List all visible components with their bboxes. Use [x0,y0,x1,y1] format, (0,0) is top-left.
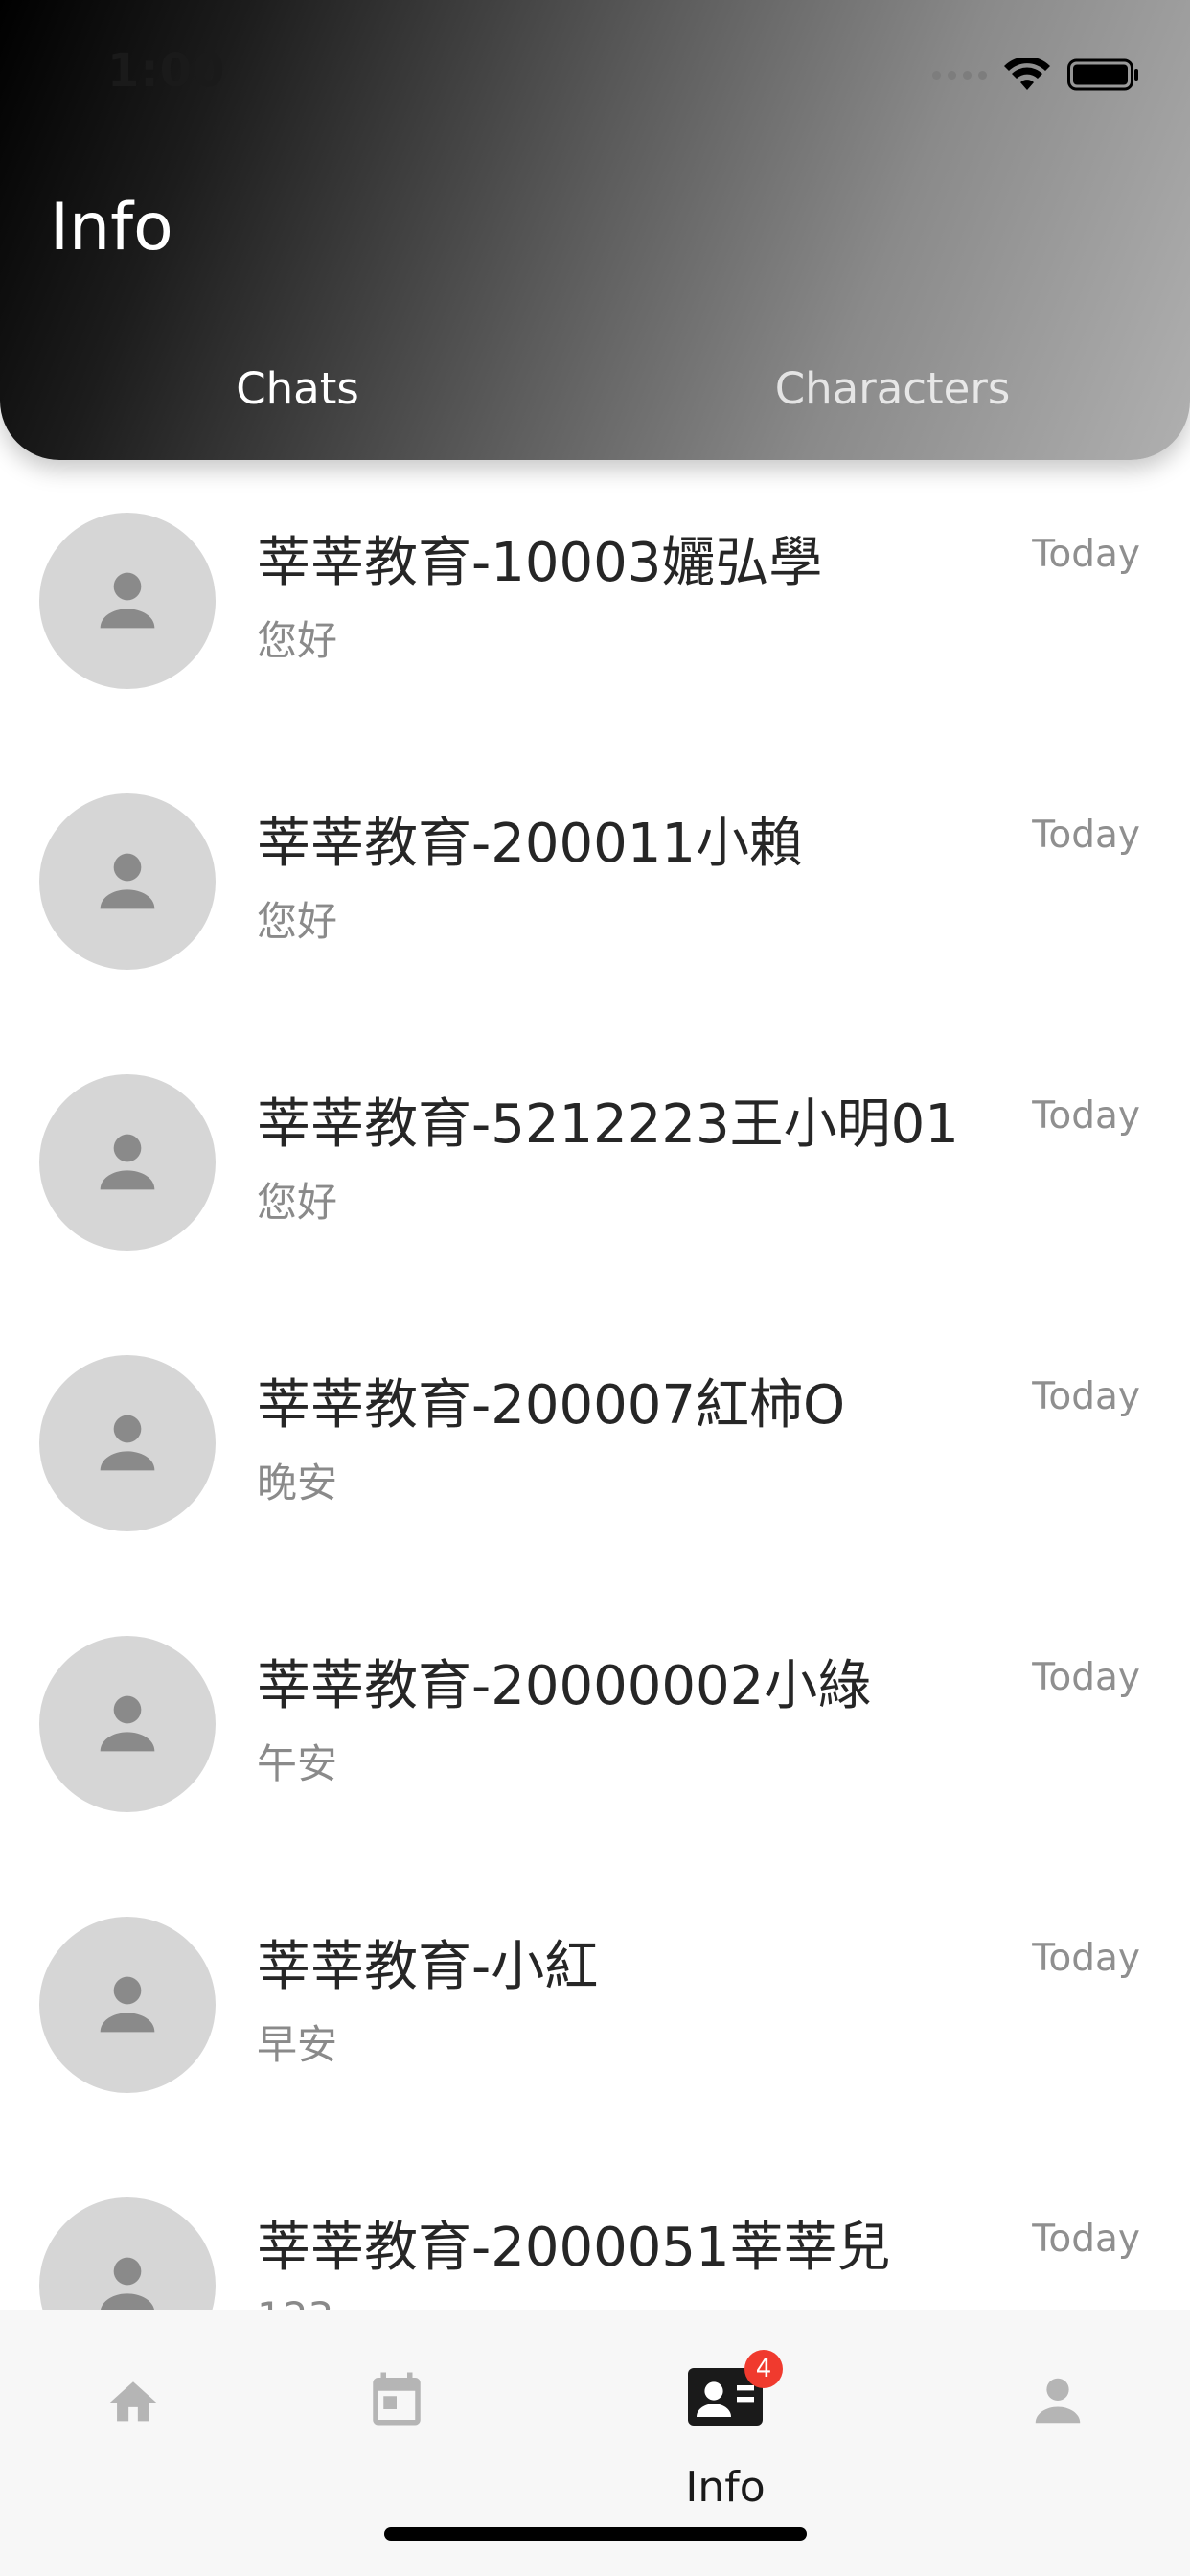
person-icon [100,1134,155,1190]
chat-list[interactable]: 莘莘教育-10003孋弘學 您好 Today 莘莘教育-200011小賴 您好 Today… [0,460,1190,2310]
chat-row[interactable]: 莘莘教育-2000051莘莘兒 123 Today [0,2145,1190,2310]
chat-row[interactable]: 莘莘教育-200007紅柿O 晚安 Today [0,1302,1190,1583]
chat-preview: 123 [257,2293,333,2310]
chat-name: 莘莘教育-小紅 [257,1936,599,1998]
nav-home[interactable] [57,2358,210,2501]
chat-name: 莘莘教育-200007紅柿O [257,1374,846,1437]
chat-name: 莘莘教育-20000002小綠 [257,1655,872,1717]
status-icons [932,56,1140,94]
home-icon [109,2381,157,2422]
nav-calendar[interactable] [320,2358,473,2501]
person-icon [100,572,155,629]
wifi-icon [1004,58,1050,90]
page-title: Info [50,190,173,265]
tab-characters[interactable]: Characters [595,351,1190,427]
avatar [39,794,216,970]
cellular-signal-icon [932,70,987,80]
chat-preview: 您好 [257,898,338,945]
avatar [39,1355,216,1531]
chat-preview: 您好 [257,1179,338,1226]
chat-name: 莘莘教育-10003孋弘學 [257,532,823,594]
notification-badge: 4 [744,2350,783,2388]
chat-timestamp: Today [1032,1937,1140,1980]
chat-timestamp: Today [1032,533,1140,576]
avatar [39,513,216,689]
chat-row[interactable]: 莘莘教育-小紅早安 Today [0,1864,1190,2145]
chat-row[interactable]: 莘莘教育-200011小賴您好 Today [0,741,1190,1022]
chat-timestamp: Today [1032,1094,1140,1138]
person-icon [1035,2378,1081,2424]
battery-icon [1067,58,1138,91]
avatar [39,1917,216,2093]
nav-info[interactable]: 4 Info [649,2350,802,2512]
person-icon [100,1976,155,2033]
chat-timestamp: Today [1032,814,1140,857]
chat-row[interactable]: 莘莘教育-20000002小綠午安 Today [0,1583,1190,1864]
person-icon [100,1414,155,1471]
chat-preview: 午安 [257,1740,338,1787]
tab-chats[interactable]: Chats [0,351,595,427]
calendar-icon [373,2372,421,2426]
home-indicator [384,2527,807,2541]
chat-name: 莘莘教育-200011小賴 [257,813,803,875]
person-icon [100,1695,155,1752]
chat-row[interactable]: 莘莘教育-10003孋弘學您好 Today [0,460,1190,741]
person-icon [100,853,155,909]
nav-info-label: Info [685,2463,766,2512]
status-time: 1:00 [107,44,226,98]
chat-timestamp: Today [1032,2218,1140,2261]
avatar [39,1074,216,1251]
avatar [39,1636,216,1812]
chat-name: 莘莘教育-2000051莘莘兒 [257,2217,891,2279]
chat-timestamp: Today [1032,1656,1140,1699]
tab-bar: Chats Characters [0,351,1190,427]
app-screen: 1:00 Info Chats Characters 莘莘教育-10003孋弘學… [0,0,1190,2576]
avatar [39,2197,216,2310]
chat-preview: 晚安 [257,1460,338,1506]
header: 1:00 Info Chats Characters [0,0,1190,460]
chat-preview: 您好 [257,617,338,664]
chat-preview: 早安 [257,2021,338,2068]
chat-name: 莘莘教育-5212223王小明01 [257,1093,959,1156]
chat-timestamp: Today [1032,1375,1140,1418]
person-icon [101,2257,154,2310]
nav-profile[interactable] [981,2358,1134,2501]
chat-row[interactable]: 莘莘教育-5212223王小明01 您好 Today [0,1022,1190,1302]
